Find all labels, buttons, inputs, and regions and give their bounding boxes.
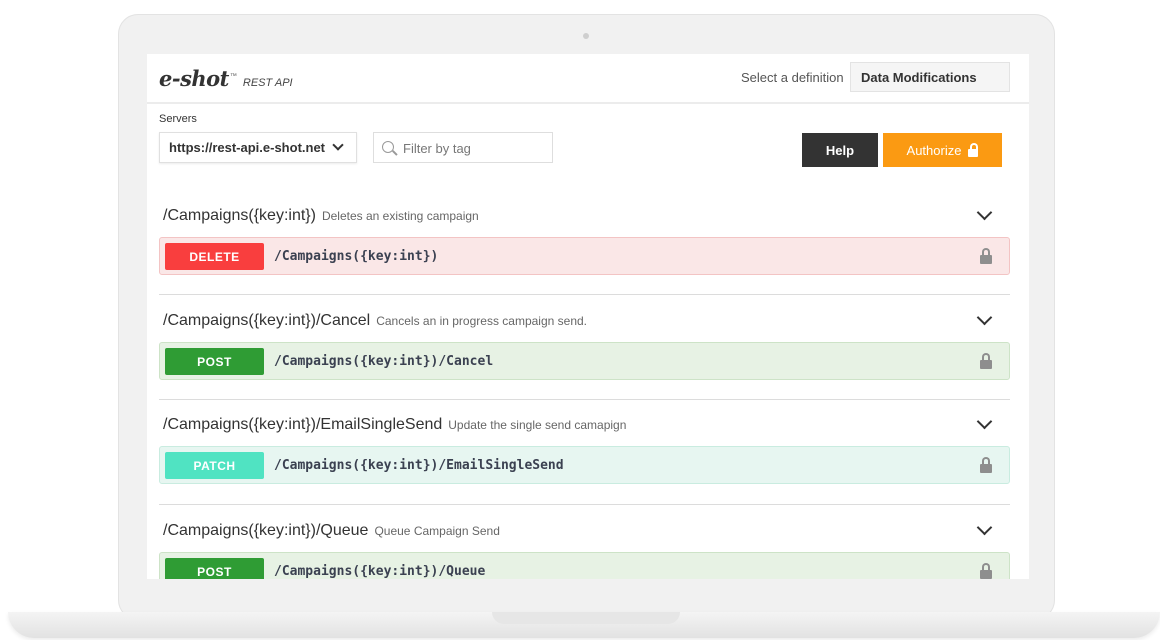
tag-title: /Campaigns({key:int})/Cancel: [163, 312, 371, 329]
operation-row[interactable]: POST /Campaigns({key:int})/Queue: [159, 552, 1010, 579]
filter-input[interactable]: [401, 138, 550, 158]
authorize-label: Authorize: [906, 142, 962, 158]
operation-path: /Campaigns({key:int}): [274, 249, 439, 264]
search-icon: [382, 141, 394, 153]
chevron-down-icon[interactable]: [976, 519, 993, 536]
method-badge: POST: [165, 558, 264, 579]
chevron-down-icon[interactable]: [976, 204, 993, 221]
tag-title: /Campaigns({key:int})/EmailSingleSend: [163, 416, 443, 433]
section-divider: [159, 294, 1010, 295]
servers-label: Servers: [159, 113, 197, 125]
logo-subtitle: REST API: [242, 77, 293, 89]
tag-header[interactable]: /Campaigns({key:int})/EmailSingleSend Upd…: [159, 402, 1010, 446]
tag-section-campaigns-delete: /Campaigns({key:int}) Deletes an existing…: [159, 193, 1010, 275]
top-bar: e-shot ™ REST API Select a definition Da…: [147, 54, 1029, 104]
tag-description: Queue Campaign Send: [374, 524, 500, 538]
operation-path: /Campaigns({key:int})/EmailSingleSend: [274, 458, 564, 473]
laptop-notch: [492, 612, 680, 624]
chevron-down-icon[interactable]: [976, 413, 993, 430]
operation-path: /Campaigns({key:int})/Queue: [274, 564, 486, 579]
logo-text: e-shot: [159, 66, 229, 91]
lock-body: [980, 360, 992, 369]
definition-label: Select a definition: [741, 70, 844, 85]
lock-body: [980, 570, 992, 579]
logo-trademark: ™: [229, 73, 237, 80]
camera-dot: [583, 33, 589, 39]
tag-description: Deletes an existing campaign: [321, 209, 479, 223]
tag-section-campaigns-cancel: /Campaigns({key:int})/Cancel Cancels an i…: [159, 298, 1010, 380]
lock-body: [980, 464, 992, 473]
operation-row[interactable]: POST /Campaigns({key:int})/Cancel: [159, 342, 1010, 380]
unlock-icon: [968, 143, 979, 157]
lock-body: [980, 255, 992, 264]
server-select-value: https://rest-api.e-shot.net: [169, 140, 326, 155]
filter-by-tag: [373, 132, 553, 163]
chevron-down-icon[interactable]: [976, 309, 993, 326]
tag-title: /Campaigns({key:int})/Queue: [163, 522, 369, 539]
tag-description: Cancels an in progress campaign send.: [376, 314, 588, 328]
tag-header[interactable]: /Campaigns({key:int})/Queue Queue Campaig…: [159, 508, 1010, 552]
operation-path: /Campaigns({key:int})/Cancel: [274, 354, 494, 369]
eshot-logo[interactable]: e-shot ™ REST API: [159, 66, 293, 91]
server-select[interactable]: https://rest-api.e-shot.net: [159, 132, 357, 163]
authorize-button[interactable]: Authorize: [883, 133, 1002, 167]
tag-header[interactable]: /Campaigns({key:int}) Deletes an existing…: [159, 193, 1010, 237]
tag-name: /Campaigns({key:int})/Cancel Cancels an i…: [163, 312, 587, 330]
help-button[interactable]: Help: [802, 133, 878, 167]
lock-icon[interactable]: [980, 457, 992, 473]
lock-icon[interactable]: [980, 353, 992, 369]
lock-body: [968, 149, 979, 157]
operation-row[interactable]: PATCH /Campaigns({key:int})/EmailSingleS…: [159, 446, 1010, 484]
tag-section-campaigns-emailsinglesend: /Campaigns({key:int})/EmailSingleSend Upd…: [159, 402, 1010, 484]
swagger-screen: e-shot ™ REST API Select a definition Da…: [147, 54, 1029, 579]
lock-icon[interactable]: [980, 248, 992, 264]
tag-title: /Campaigns({key:int}): [163, 207, 316, 224]
tag-name: /Campaigns({key:int})/EmailSingleSend Upd…: [163, 416, 626, 434]
definition-select[interactable]: Data Modifications: [850, 62, 1010, 92]
lock-icon[interactable]: [980, 563, 992, 579]
operation-row[interactable]: DELETE /Campaigns({key:int}): [159, 237, 1010, 275]
tag-description: Update the single send camapign: [448, 418, 627, 432]
method-badge: POST: [165, 348, 264, 375]
chevron-down-icon: [332, 139, 344, 151]
method-badge: PATCH: [165, 452, 264, 479]
method-badge: DELETE: [165, 243, 264, 270]
tag-name: /Campaigns({key:int})/Queue Queue Campaig…: [163, 522, 500, 540]
section-divider: [159, 504, 1010, 505]
section-divider: [159, 399, 1010, 400]
tag-name: /Campaigns({key:int}) Deletes an existing…: [163, 207, 479, 225]
tag-header[interactable]: /Campaigns({key:int})/Cancel Cancels an i…: [159, 298, 1010, 342]
tag-section-campaigns-queue: /Campaigns({key:int})/Queue Queue Campaig…: [159, 508, 1010, 579]
